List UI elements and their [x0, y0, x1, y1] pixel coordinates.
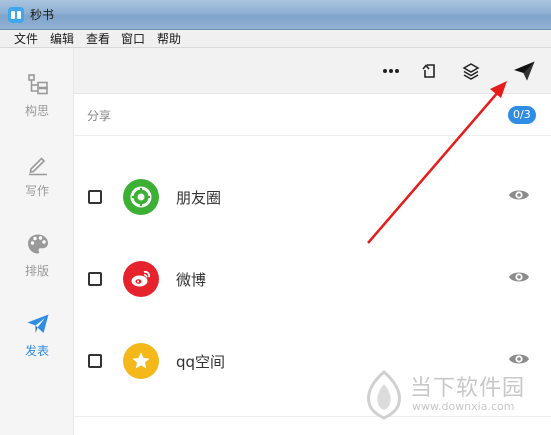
- qzone-icon: [123, 343, 159, 379]
- window-title: 秒书: [30, 8, 55, 22]
- sidebar-item-label: 构思: [24, 104, 49, 118]
- more-icon[interactable]: [380, 60, 402, 82]
- preview-eye-icon[interactable]: [508, 269, 530, 285]
- sidebar-item-label: 排版: [24, 264, 49, 278]
- paper-plane-icon: [27, 314, 49, 333]
- menu-bar: 文件 编辑 查看 窗口 帮助: [0, 30, 551, 48]
- share-row-weibo: 微博: [74, 253, 551, 313]
- menu-help[interactable]: 帮助: [155, 31, 183, 47]
- sidebar-item-label: 发表: [24, 344, 49, 358]
- preview-eye-icon[interactable]: [508, 187, 530, 203]
- watermark-logo-icon: [367, 370, 401, 420]
- platform-name-qzone: qq空间: [176, 353, 226, 371]
- title-bar: 秒书: [0, 0, 551, 30]
- export-icon[interactable]: [419, 60, 441, 82]
- send-icon[interactable]: [512, 59, 536, 83]
- weibo-checkbox[interactable]: [88, 272, 102, 286]
- palette-icon: [28, 234, 48, 254]
- share-row-moments: 朋友圈: [74, 171, 551, 231]
- sidebar: 构思 写作 排版 发表: [0, 48, 74, 435]
- watermark-text: 当下软件园: [410, 376, 526, 401]
- selection-count-badge: 0/3: [508, 106, 536, 124]
- pen-icon: [29, 157, 47, 176]
- platform-name-moments: 朋友圈: [176, 189, 222, 207]
- menu-file[interactable]: 文件: [12, 31, 40, 47]
- wechat-moments-icon: [123, 179, 159, 215]
- toolbar: [74, 48, 551, 94]
- app-logo-icon: [8, 7, 24, 23]
- layers-icon[interactable]: [460, 60, 482, 82]
- sidebar-item-label: 写作: [24, 184, 49, 198]
- menu-view[interactable]: 查看: [84, 31, 112, 47]
- watermark-url: www.downxia.com: [412, 400, 515, 413]
- moments-checkbox[interactable]: [88, 190, 102, 204]
- sidebar-item-layout[interactable]: 排版: [0, 232, 74, 292]
- weibo-icon: [123, 261, 159, 297]
- share-header: 分享 0/3: [74, 94, 551, 136]
- menu-window[interactable]: 窗口: [119, 31, 147, 47]
- sidebar-item-write[interactable]: 写作: [0, 152, 74, 212]
- menu-edit[interactable]: 编辑: [48, 31, 76, 47]
- outline-icon: [28, 74, 48, 95]
- share-title: 分享: [87, 109, 112, 123]
- sidebar-item-outline[interactable]: 构思: [0, 72, 74, 132]
- watermark: 当下软件园 www.downxia.com: [362, 366, 551, 426]
- preview-eye-icon[interactable]: [508, 351, 530, 367]
- qzone-checkbox[interactable]: [88, 354, 102, 368]
- platform-name-weibo: 微博: [176, 271, 207, 289]
- sidebar-item-publish[interactable]: 发表: [0, 312, 74, 372]
